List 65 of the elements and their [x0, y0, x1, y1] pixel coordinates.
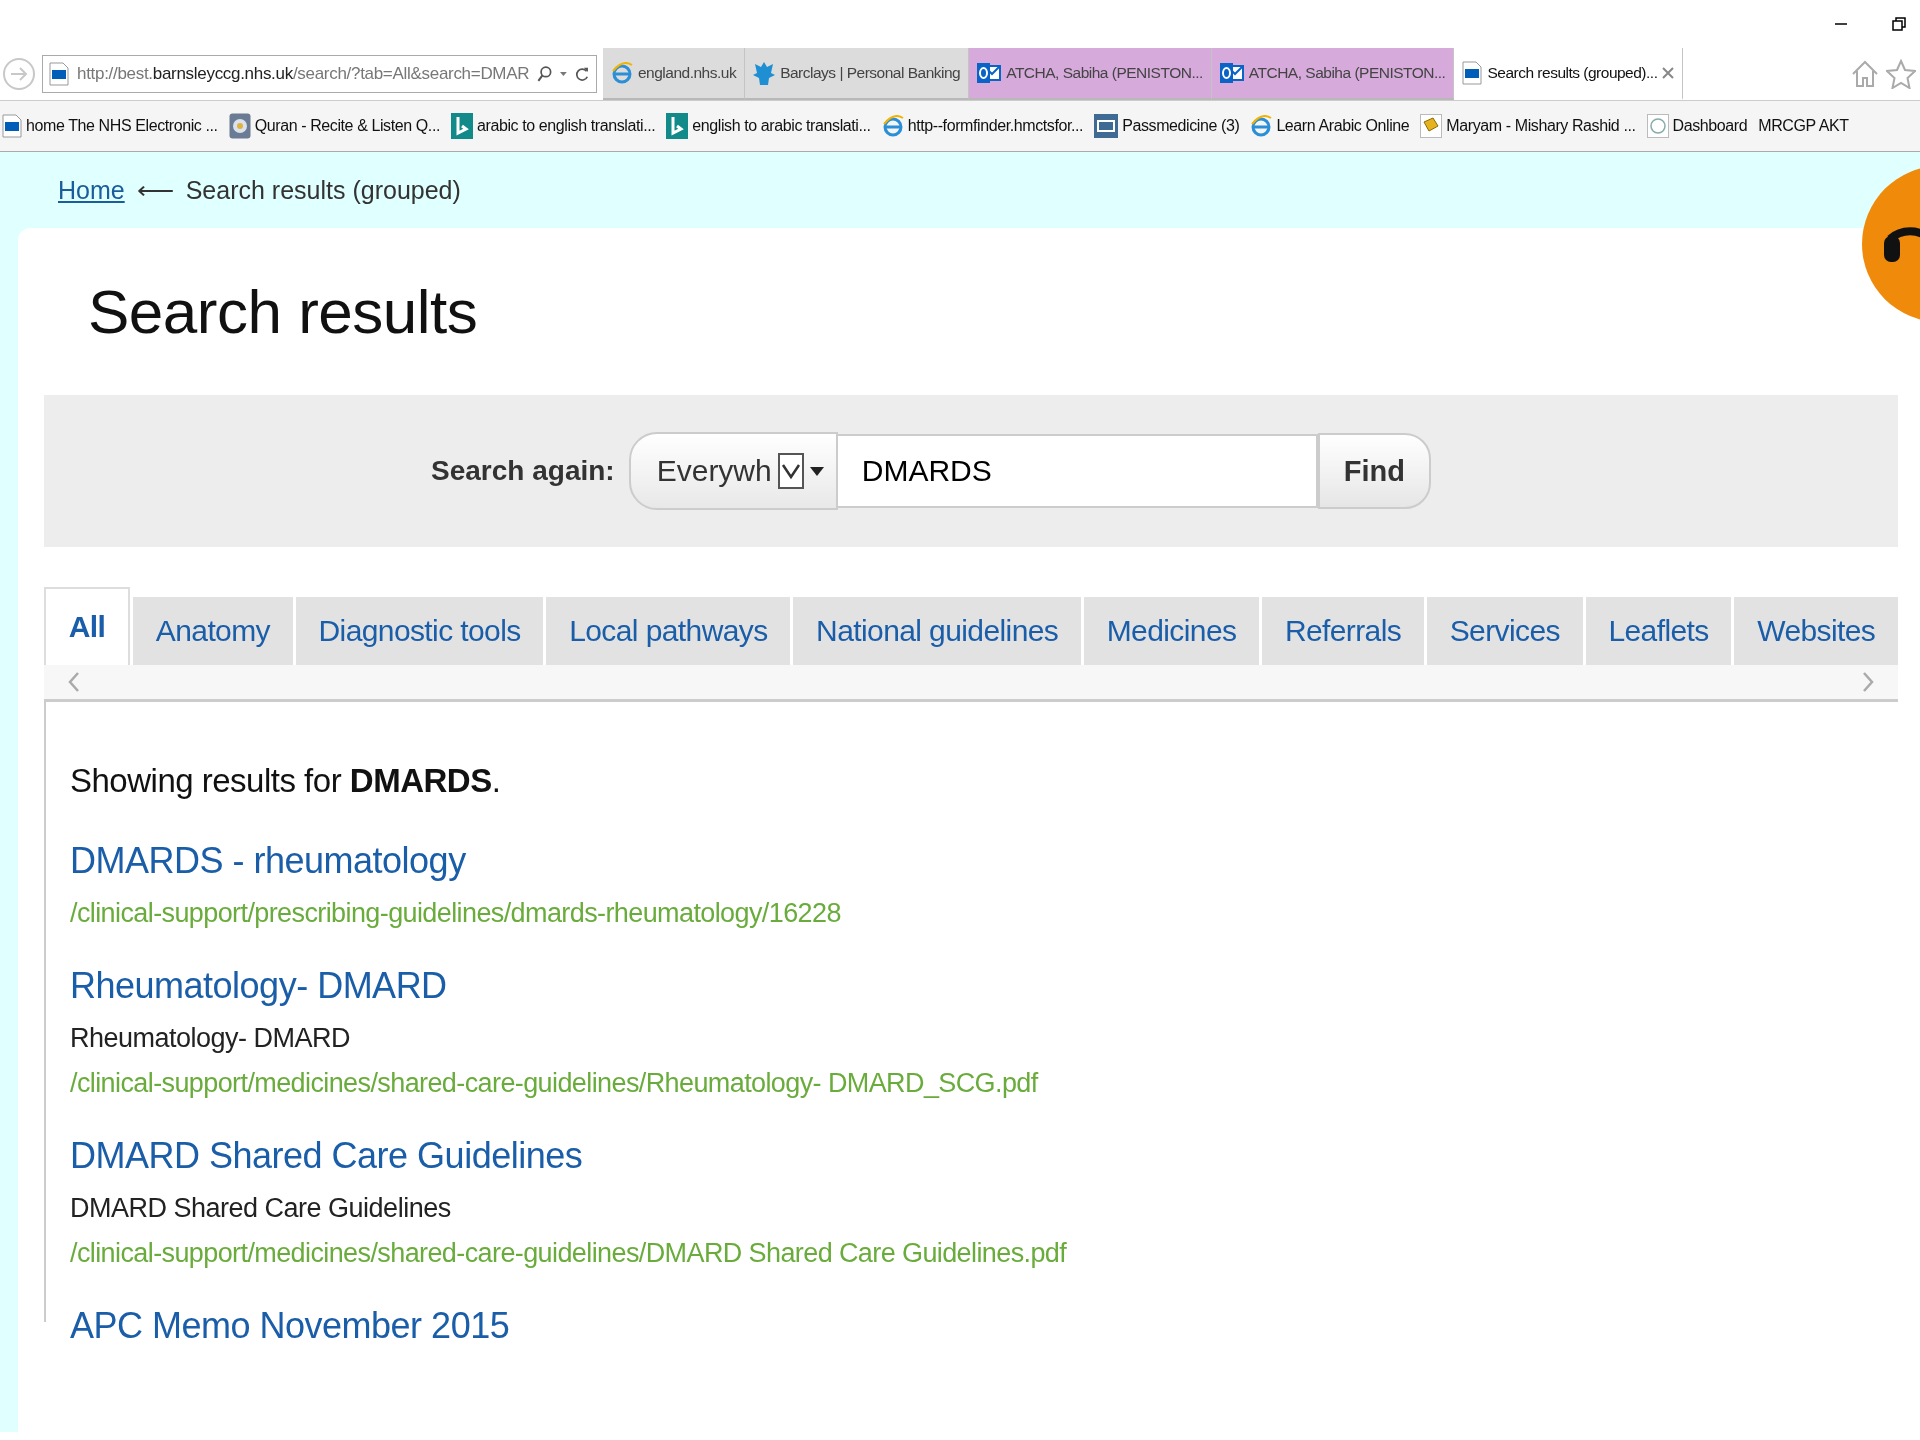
- page-icon: [1462, 61, 1483, 85]
- bookmark-link[interactable]: Maryam - Mishary Rashid ...: [1420, 114, 1636, 138]
- tile-icon: [666, 113, 689, 139]
- result-title-link[interactable]: Rheumatology- DMARD: [70, 965, 1898, 1007]
- square-icon: [1094, 114, 1119, 138]
- category-tab[interactable]: Services: [1426, 597, 1583, 665]
- category-tab[interactable]: Anatomy: [133, 597, 293, 665]
- results-summary: Showing results for DMARDS.: [70, 762, 502, 800]
- result-title-link[interactable]: APC Memo November 2015: [70, 1305, 1898, 1347]
- category-tab[interactable]: Websites: [1734, 597, 1898, 665]
- result-snippet: Rheumatology- DMARD: [70, 1023, 352, 1054]
- e-logo-icon: [1250, 115, 1273, 137]
- result-url: /clinical-support/medicines/shared-care-guidelines/Rheumatology- DMARD_SCG.pdf: [70, 1068, 1040, 1099]
- bookmark-link[interactable]: MRCGP AKT: [1758, 117, 1849, 135]
- breadcrumb-separator: ⟵: [136, 174, 174, 206]
- browser-tab[interactable]: ATCHA, Sabiha (PENISTON...: [1211, 48, 1455, 100]
- home-icon[interactable]: [1850, 59, 1880, 89]
- mail-icon: [1219, 62, 1244, 84]
- bookmark-link[interactable]: http--formfinder.hmctsfor...: [881, 115, 1084, 137]
- book-icon: [1420, 114, 1443, 138]
- e-logo-icon: [881, 115, 904, 137]
- bookmark-link[interactable]: english to arabic translati...: [666, 113, 871, 139]
- dropdown-caret-icon[interactable]: [560, 71, 568, 77]
- category-tab[interactable]: Referrals: [1262, 597, 1424, 665]
- bookmark-link[interactable]: Quran - Recite & Listen Q...: [228, 113, 440, 139]
- result-url: /clinical-support/medicines/shared-care-guidelines/DMARD Shared Care Guidelines.pdf: [70, 1238, 1068, 1269]
- mail-icon: [977, 62, 1002, 84]
- result-title-link[interactable]: DMARDS - rheumatology: [70, 840, 1898, 882]
- browser-tab[interactable]: Barclays | Personal Banking: [745, 48, 970, 100]
- bookmark-link[interactable]: Learn Arabic Online: [1250, 115, 1410, 137]
- bookmark-link[interactable]: Dashboard: [1646, 114, 1748, 138]
- bookmark-link[interactable]: home The NHS Electronic ...: [2, 114, 218, 138]
- page-title: Search results: [87, 276, 479, 348]
- chevron-down-icon: [777, 453, 804, 489]
- scope-dropdown[interactable]: Everywh: [628, 432, 838, 510]
- browser-tab[interactable]: Search results (grouped)...: [1454, 48, 1684, 100]
- globe-icon: [228, 113, 251, 139]
- result-snippet: DMARD Shared Care Guidelines: [70, 1193, 452, 1224]
- category-tab[interactable]: Medicines: [1083, 597, 1260, 665]
- category-tab[interactable]: Leaflets: [1585, 597, 1732, 665]
- category-tab[interactable]: Local pathways: [546, 597, 791, 665]
- address-bar[interactable]: http://best.barnsleyccg.nhs.uk/search/?tab=All&search=DMAR: [42, 55, 597, 93]
- home-link[interactable]: Home: [58, 175, 125, 205]
- find-button[interactable]: Find: [1317, 433, 1431, 509]
- url-text: http://best.barnsleyccg.nhs.uk/search/?tab=All&search=DMAR: [77, 64, 530, 84]
- bookmark-link[interactable]: arabic to english translati...: [451, 113, 656, 139]
- page-icon: [49, 62, 69, 86]
- search-field[interactable]: DMARDS: [837, 434, 1318, 508]
- category-tab[interactable]: Diagnostic tools: [295, 597, 544, 665]
- result-url: /clinical-support/prescribing-guidelines/dmards-rheumatology/16228: [70, 898, 842, 929]
- tile-icon: [451, 113, 473, 139]
- e-logo-icon: [611, 62, 633, 84]
- restore-icon[interactable]: [1892, 17, 1906, 31]
- close-icon[interactable]: [1662, 67, 1675, 79]
- bookmark-link[interactable]: Passmedicine (3): [1094, 114, 1240, 138]
- browser-tab[interactable]: ATCHA, Sabiha (PENISTON...: [969, 48, 1212, 100]
- star-icon[interactable]: [1886, 59, 1916, 89]
- category-tab[interactable]: All: [44, 587, 131, 665]
- dropdown-caret-icon: [809, 466, 824, 476]
- search-label: Search again:: [431, 455, 615, 487]
- category-tab[interactable]: National guidelines: [793, 597, 1081, 665]
- eagle-icon: [753, 60, 776, 86]
- breadcrumb-current: Search results (grouped): [185, 175, 461, 205]
- browser-tab[interactable]: england.nhs.uk: [603, 48, 746, 100]
- result-title-link[interactable]: DMARD Shared Care Guidelines: [70, 1135, 1898, 1177]
